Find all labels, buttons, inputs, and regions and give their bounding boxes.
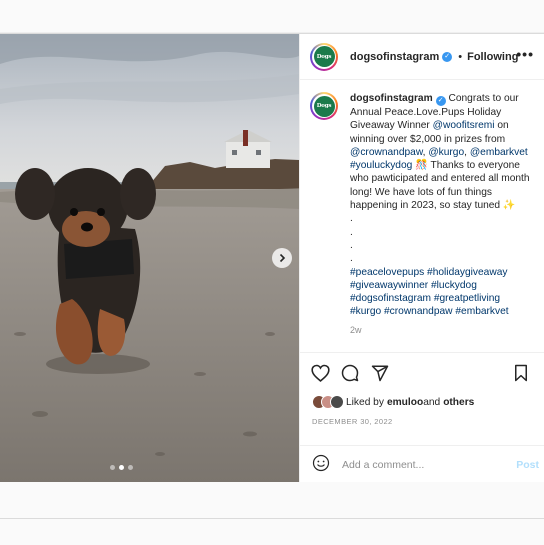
hashtag-link[interactable]: #peacelovepups [350,267,424,278]
carousel-indicator [110,465,133,470]
liked-by-prefix: Liked by [346,396,384,408]
like-heart-icon[interactable] [310,363,330,383]
divider [0,518,544,519]
hashtag-link[interactable]: #youluckydog [350,160,412,171]
post-date: DECEMBER 30, 2022 [312,417,393,426]
liked-by-middle: and [423,396,441,408]
post-header: Dogs dogsofinstagram ✓ • Following ••• [300,34,544,80]
mention-link[interactable]: @crownandpaw [350,147,423,158]
hashtag-link[interactable]: #kurgo [350,306,381,317]
share-paper-plane-icon[interactable] [370,363,390,383]
carousel-dot [110,465,115,470]
page-below-post [0,482,544,545]
more-options-icon[interactable]: ••• [516,47,534,61]
avatar-logo: Dogs [313,95,335,117]
likes-others-link[interactable]: others [443,397,474,408]
chevron-right-icon [279,253,286,263]
caption-avatar[interactable]: Dogs [310,92,338,120]
header-separator: • [458,50,463,63]
hashtag-line: #peacelovepups #holidaygiveaway [350,266,534,279]
mention-link[interactable]: @woofitsremi [433,120,495,131]
hashtag-line: #dogsofinstagram #greatpetliving [350,292,534,305]
caption-dot: . [350,253,353,265]
hashtag-link[interactable]: #embarkvet [455,306,508,317]
post-caption: dogsofinstagram ✓ Congrats to our Annual … [350,92,534,352]
likes-summary: Liked by emuloo and others [300,393,544,411]
hashtag-link[interactable]: #dogsofinstagram [350,293,431,304]
emoji-smiley-icon[interactable] [312,454,330,477]
hashtag-link[interactable]: #giveawaywinner [350,280,428,291]
liker-avatars[interactable] [312,395,344,409]
post-side-panel: Dogs dogsofinstagram ✓ • Following ••• D… [299,34,544,482]
dog-on-beach-image [0,34,299,482]
mention-link[interactable]: @embarkvet [470,147,528,158]
hashtag-link[interactable]: #luckydog [431,280,477,291]
post-card: Dogs dogsofinstagram ✓ • Following ••• D… [0,33,544,482]
hashtag-line: #giveawaywinner #luckydog [350,279,534,292]
caption-dot: . [350,226,353,238]
caption-username[interactable]: dogsofinstagram [350,93,433,104]
following-button[interactable]: Following [467,51,518,63]
post-comment-button[interactable]: Post [516,459,539,471]
mention-link[interactable]: @kurgo [428,147,464,158]
avatar-logo: Dogs [313,46,335,67]
hashtag-link[interactable]: #crownandpaw [384,306,453,317]
avatar[interactable]: Dogs [310,42,338,71]
post-photo[interactable] [0,34,299,482]
verified-badge-icon: ✓ [435,96,446,106]
hashtag-link[interactable]: #holidaygiveaway [427,267,507,278]
post-age[interactable]: 2w [350,324,534,337]
comment-bubble-icon[interactable] [340,363,360,383]
action-icons-row [300,353,544,393]
comment-form: Post [300,445,544,484]
post-actions: Liked by emuloo and others DECEMBER 30, … [300,352,544,477]
carousel-dot [128,465,133,470]
save-bookmark-icon[interactable] [511,363,531,383]
hashtag-line: #kurgo #crownandpaw #embarkvet [350,305,534,318]
avatar [330,395,344,409]
caption-area: Dogs dogsofinstagram ✓ Congrats to our An… [300,80,544,352]
caption-text: , [464,146,467,158]
verified-badge-icon: ✓ [442,51,453,62]
caption-dot: . [350,239,353,251]
liker-username[interactable]: emuloo [387,397,423,408]
caption-dot: . [350,213,353,225]
carousel-dot-active [119,465,124,470]
comment-input[interactable] [342,459,502,471]
carousel-next-button[interactable] [272,248,292,268]
hashtag-link[interactable]: #greatpetliving [434,293,500,304]
header-username[interactable]: dogsofinstagram [350,51,439,63]
top-band [0,0,544,33]
